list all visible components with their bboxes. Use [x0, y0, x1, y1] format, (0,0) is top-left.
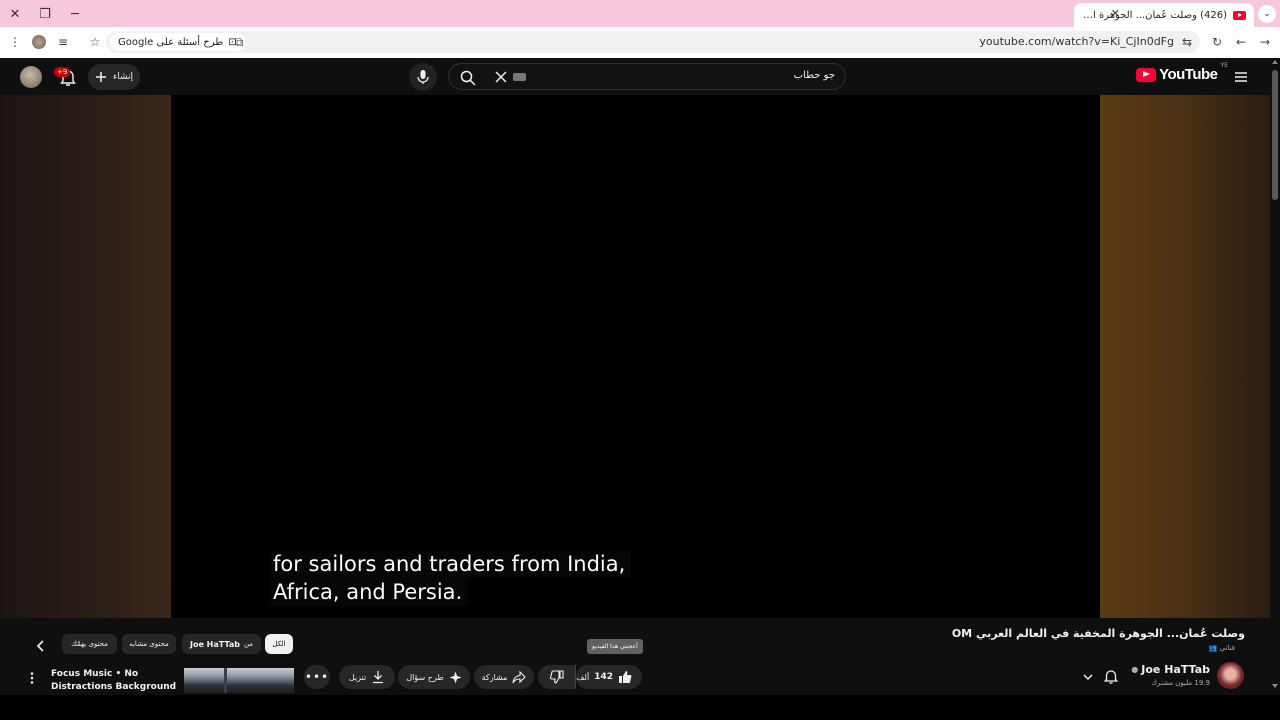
- download-icon: [373, 671, 384, 684]
- like-count: 142: [594, 672, 613, 682]
- scroll-down-arrow-icon[interactable]: [1272, 684, 1278, 688]
- ask-google-button[interactable]: ⊡ طرح أسئلة على Google: [110, 33, 245, 51]
- chip-from-channel-name: Joe HaTTab: [189, 639, 240, 649]
- search-icon[interactable]: [459, 69, 477, 87]
- open-in-app-icon[interactable]: ⧉: [230, 33, 248, 51]
- tab-close-icon[interactable]: ✕: [1111, 7, 1120, 20]
- profile-avatar[interactable]: [30, 33, 48, 51]
- account-avatar[interactable]: [20, 66, 42, 88]
- youtube-header: YouTube YE جو حطاب إنشاء +9: [0, 58, 1270, 95]
- site-settings-icon[interactable]: ⇆: [1178, 33, 1196, 51]
- video-hashtag[interactable]: قناتي 👥: [1209, 644, 1235, 652]
- video-info-strip: وصلت عُمان... الجوهرة المخفية في العالم …: [0, 618, 1270, 705]
- video-caption: for sailors and traders from India, Afri…: [269, 550, 632, 606]
- reload-icon[interactable]: ↻: [1208, 33, 1226, 51]
- browser-tab[interactable]: (426) وصلت عُمان... الجوهرة المخفية: [1074, 3, 1254, 27]
- ambient-glow-right: [1100, 95, 1270, 618]
- channel-avatar[interactable]: [1217, 662, 1244, 689]
- like-tooltip: أعجبني هذا الفيديو: [587, 639, 643, 654]
- share-label: مشاركة: [481, 672, 508, 682]
- hamburger-menu-icon[interactable]: [1232, 68, 1250, 86]
- close-window-icon[interactable]: ✕: [6, 5, 24, 23]
- browser-menu-icon[interactable]: ⋮: [6, 33, 24, 51]
- thumbs-down-icon: [549, 670, 564, 684]
- microphone-icon: [417, 70, 429, 84]
- like-unit: ألف: [576, 672, 590, 682]
- bookmark-star-icon[interactable]: ☆: [86, 33, 104, 51]
- plus-icon: [96, 72, 106, 82]
- thumbs-up-icon: [619, 671, 632, 683]
- download-label: تنزيل: [348, 672, 367, 682]
- chevron-left-icon[interactable]: [33, 638, 49, 654]
- back-icon[interactable]: →: [1256, 33, 1274, 51]
- people-icon: 👥: [1208, 644, 1218, 652]
- chip-from-prefix: من: [243, 640, 254, 648]
- chip-all[interactable]: الكل: [265, 634, 293, 654]
- subscriber-count: 19.9 مليون مشترك: [1151, 679, 1210, 687]
- ambient-glow-left: [0, 95, 171, 618]
- caption-line-1: for sailors and traders from India,: [269, 550, 632, 578]
- more-horizontal-icon: •••: [304, 670, 330, 684]
- scroll-up-arrow-icon[interactable]: [1272, 60, 1278, 64]
- create-label: إنشاء: [113, 72, 134, 82]
- ask-label: طرح سؤال: [406, 672, 444, 682]
- create-button[interactable]: إنشاء: [88, 64, 140, 90]
- clear-search-icon[interactable]: [493, 69, 509, 85]
- share-button[interactable]: مشاركة: [474, 665, 534, 689]
- share-icon: [512, 670, 527, 684]
- download-button[interactable]: تنزيل: [339, 665, 395, 689]
- search-value[interactable]: جو حطاب: [794, 70, 835, 81]
- dislike-button[interactable]: [538, 665, 576, 689]
- minimize-window-icon[interactable]: ─: [66, 5, 84, 23]
- reading-list-icon[interactable]: ≡: [54, 33, 72, 51]
- bottom-band: [0, 695, 1280, 720]
- youtube-favicon-icon: [1233, 10, 1246, 20]
- address-bar[interactable]: ⊡ طرح أسئلة على Google ⧉ youtube.com/wat…: [106, 31, 1200, 53]
- browser-tab-bar: ✕ ❐ ─ + (426) وصلت عُمان... الجوهرة المخ…: [0, 0, 1280, 27]
- caption-line-2: Africa, and Persia.: [269, 578, 469, 606]
- hashtag-label: قناتي: [1219, 644, 1235, 652]
- url-text[interactable]: youtube.com/watch?v=Ki_CjIn0dFg: [979, 35, 1174, 48]
- tab-search-icon[interactable]: ⌄: [1258, 5, 1276, 23]
- scrollbar-thumb[interactable]: [1272, 70, 1278, 200]
- microphone-button[interactable]: [409, 63, 437, 91]
- page-scrollbar[interactable]: [1270, 58, 1280, 695]
- more-vertical-icon[interactable]: [24, 670, 40, 686]
- up-next-thumbnail[interactable]: [184, 668, 294, 693]
- chevron-down-icon[interactable]: [1081, 670, 1095, 684]
- channel-name-link[interactable]: ● Joe HaTTab: [1131, 663, 1210, 676]
- sparkle-icon: [449, 671, 462, 683]
- chip-for-you[interactable]: محتوى يهمّك: [62, 634, 117, 654]
- more-actions-button[interactable]: •••: [304, 665, 330, 689]
- chip-related[interactable]: محتوى مشابه: [122, 634, 176, 654]
- youtube-logo-text: YouTube: [1159, 66, 1218, 83]
- browser-toolbar: ⋮ ≡ ☆ ⊡ طرح أسئلة على Google ⧉ youtube.c…: [0, 27, 1280, 58]
- ask-google-label: طرح أسئلة على Google: [118, 36, 224, 48]
- video-player[interactable]: for sailors and traders from India, Afri…: [171, 95, 1100, 618]
- logo-region: YE: [1220, 62, 1228, 69]
- youtube-play-icon: [1136, 67, 1157, 82]
- video-title: وصلت عُمان... الجوهرة المخفية في العالم …: [951, 627, 1245, 640]
- youtube-logo[interactable]: YouTube YE: [1136, 62, 1228, 83]
- tab-title: (426) وصلت عُمان... الجوهرة المخفية: [1082, 9, 1227, 21]
- restore-window-icon[interactable]: ❐: [36, 5, 54, 23]
- notification-badge: +9: [54, 67, 71, 77]
- subscription-bell-icon[interactable]: [1102, 667, 1120, 685]
- ask-button[interactable]: طرح سؤال: [398, 665, 470, 689]
- like-button[interactable]: 142 ألف: [576, 665, 642, 689]
- verified-icon: ●: [1131, 665, 1139, 674]
- forward-icon[interactable]: ←: [1232, 33, 1250, 51]
- channel-name: Joe HaTTab: [1141, 663, 1210, 676]
- chip-from-channel[interactable]: من Joe HaTTab: [182, 634, 261, 654]
- search-input[interactable]: جو حطاب: [448, 63, 846, 90]
- keyboard-icon[interactable]: [513, 73, 526, 81]
